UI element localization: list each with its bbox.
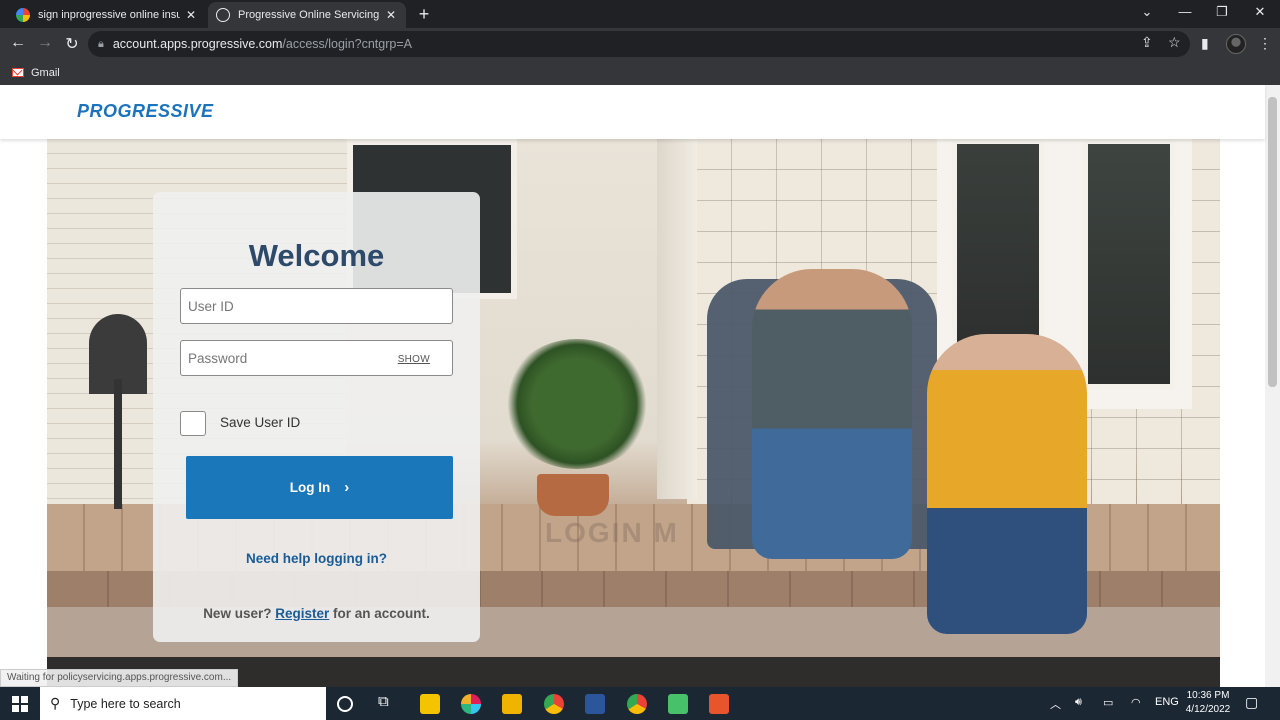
wifi-icon[interactable]: ◠: [1131, 696, 1141, 709]
side-panel-icon[interactable]: ▮: [1201, 35, 1209, 52]
chrome-icon[interactable]: [627, 694, 647, 714]
chrome-profile-icon[interactable]: [544, 694, 564, 714]
browser-toolbar: ← → ↻ 🔒︎ account.apps.progressive.com/ac…: [0, 28, 1280, 60]
tab-google-search[interactable]: sign inprogressive online insuran ✕: [8, 2, 206, 28]
task-view-icon[interactable]: ⧉: [378, 693, 398, 713]
loading-status: Waiting for policyservicing.apps.progres…: [0, 669, 239, 687]
volume-icon[interactable]: 🔊︎: [1075, 696, 1082, 709]
save-user-id-label[interactable]: Save User ID: [220, 415, 300, 430]
flower-plant: [502, 339, 652, 469]
bookmark-star-icon[interactable]: ☆: [1168, 34, 1181, 51]
clock-date: 4/12/2022: [1185, 704, 1231, 715]
tab-title: sign inprogressive online insuran: [38, 9, 180, 21]
forward-icon[interactable]: →: [35, 34, 55, 52]
maximize-icon[interactable]: ❐: [1212, 4, 1232, 20]
video-watermark: LOGIN M: [545, 517, 679, 548]
new-user-line: New user? Register for an account.: [153, 606, 480, 621]
url-path: /access/login?cntgrp=A: [282, 37, 412, 51]
lock-icon[interactable]: 🔒︎: [98, 38, 104, 51]
windows-start-icon[interactable]: [12, 696, 28, 712]
tab-title: Progressive Online Servicing: [238, 9, 380, 21]
site-header: PROGRESSIVE: [0, 85, 1265, 139]
register-link[interactable]: Register: [275, 606, 329, 621]
new-tab-button[interactable]: +: [414, 4, 434, 25]
windows-taskbar: ⚲ Type here to search ⧉ ︿ 🔊︎ ▭ ◠ ENG 10:…: [0, 687, 1280, 720]
search-icon: ⚲: [50, 695, 61, 711]
chevron-right-icon: ›: [344, 479, 350, 496]
search-placeholder: Type here to search: [70, 696, 181, 711]
progressive-logo[interactable]: PROGRESSIVE: [77, 101, 214, 122]
taskbar-clock[interactable]: 10:36 PM 4/12/2022: [1180, 689, 1236, 717]
cortana-icon[interactable]: [337, 696, 353, 712]
window-right: [1083, 139, 1175, 389]
camtasia-icon[interactable]: [668, 694, 688, 714]
hero-photo: LOGIN M Welcome SHOW Save User ID Log In…: [47, 139, 1220, 687]
need-help-link[interactable]: Need help logging in?: [153, 551, 480, 566]
close-tab-icon[interactable]: ✕: [384, 8, 398, 22]
user-id-input[interactable]: [181, 289, 452, 323]
word-icon[interactable]: [585, 694, 605, 714]
taskbar-search[interactable]: ⚲ Type here to search: [40, 687, 326, 720]
close-tab-icon[interactable]: ✕: [184, 8, 198, 22]
globe-favicon-icon: [216, 8, 230, 22]
file-explorer-icon[interactable]: [502, 694, 522, 714]
flower-pot: [537, 474, 609, 516]
show-password-button[interactable]: SHOW: [398, 354, 430, 365]
page-viewport: PROGRESSIVE LOGIN M Welcome SHOW: [0, 85, 1280, 687]
reload-icon[interactable]: ↻: [62, 34, 82, 54]
sticky-notes-icon[interactable]: [420, 694, 440, 714]
man-figure: [752, 269, 912, 559]
battery-icon[interactable]: ▭: [1103, 696, 1113, 709]
url-host: account.apps.progressive.com: [112, 37, 283, 51]
welcome-heading: Welcome: [248, 238, 385, 273]
address-bar[interactable]: 🔒︎ account.apps.progressive.com/access/l…: [88, 31, 1190, 57]
save-user-id-checkbox[interactable]: [180, 411, 206, 436]
recorder-icon[interactable]: [709, 694, 729, 714]
log-in-label: Log In: [289, 480, 331, 495]
browser-tab-strip: sign inprogressive online insuran ✕ Prog…: [0, 0, 1280, 28]
scrollbar-thumb[interactable]: [1268, 97, 1277, 387]
tray-chevron-up-icon[interactable]: ︿: [1050, 696, 1061, 712]
porch-pillar: [657, 139, 697, 499]
share-icon[interactable]: ⇪: [1141, 34, 1153, 51]
back-icon[interactable]: ←: [8, 34, 28, 52]
menu-kebab-icon[interactable]: ⋮: [1258, 35, 1272, 52]
tab-progressive[interactable]: Progressive Online Servicing ✕: [208, 2, 406, 28]
gmail-icon: [12, 68, 24, 77]
password-field[interactable]: SHOW: [180, 340, 453, 376]
user-id-field[interactable]: [180, 288, 453, 324]
bell-post: [114, 379, 122, 509]
bookmark-gmail[interactable]: Gmail: [31, 67, 60, 79]
bookmarks-bar: Gmail: [0, 60, 1280, 85]
new-user-suffix: for an account.: [333, 606, 430, 621]
notifications-icon[interactable]: ▢: [1245, 694, 1258, 711]
tab-search-chevron-icon[interactable]: ⌄: [1137, 4, 1157, 20]
login-card: Welcome SHOW Save User ID Log In › Need …: [153, 192, 480, 642]
clock-time: 10:36 PM: [1186, 690, 1230, 701]
close-window-icon[interactable]: ✕: [1250, 4, 1270, 20]
language-indicator[interactable]: ENG: [1155, 696, 1179, 708]
google-favicon-icon: [16, 8, 30, 22]
minimize-icon[interactable]: —: [1175, 4, 1195, 19]
log-in-button[interactable]: Log In ›: [186, 456, 453, 519]
profile-avatar[interactable]: [1226, 34, 1246, 54]
new-user-prefix: New user?: [203, 606, 272, 621]
woman-figure: [927, 334, 1087, 634]
slack-icon[interactable]: [461, 694, 481, 714]
